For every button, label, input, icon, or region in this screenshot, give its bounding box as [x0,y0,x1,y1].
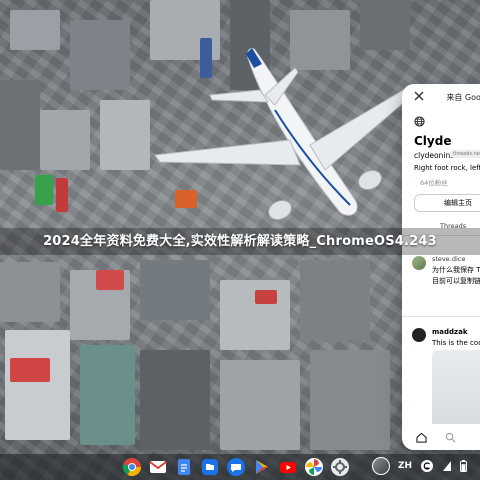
wifi-icon[interactable] [442,460,452,472]
ime-indicator[interactable]: ZH [398,461,412,471]
domain-badge[interactable]: threads.net [450,150,480,158]
docs-icon[interactable] [174,457,194,477]
avatar[interactable] [412,256,426,270]
profile-handle: clydeonins [414,151,455,160]
globe-icon[interactable] [414,116,425,127]
photos-icon[interactable] [304,457,324,477]
post-text-line: This is the coole [432,339,480,347]
post-username[interactable]: steve.dice [432,255,465,263]
close-icon[interactable] [414,91,424,101]
post-text-line: 为什么我保存 Thre [432,266,480,274]
headline-text: 2024全年资料免费大全,实效性解析解读策略_ChromeOS4.243 [43,234,437,249]
home-icon[interactable] [416,432,427,443]
status-tray[interactable]: ZH [372,457,468,475]
gmail-icon[interactable] [148,457,168,477]
post-username[interactable]: maddzak [432,328,468,336]
edit-profile-button[interactable]: 编辑主页 [414,194,480,212]
from-google-link[interactable]: 来自 Goog [446,92,480,103]
followers-count[interactable]: 64位粉丝 [420,177,448,187]
app-dock [122,457,350,477]
profile-bio: Right foot rock, left har [414,164,480,172]
youtube-icon[interactable] [278,457,298,477]
messages-icon[interactable] [226,457,246,477]
play-store-icon[interactable] [252,457,272,477]
search-icon[interactable] [445,432,456,443]
threads-icon[interactable] [420,459,434,473]
bottom-nav [402,424,480,450]
files-icon[interactable] [200,457,220,477]
post-text-line: 目前可以复制链接 [432,277,480,285]
battery-icon[interactable] [460,460,468,472]
airplane-image [154,47,417,221]
avatar[interactable] [412,328,426,342]
threads-app-window[interactable]: 来自 Goog Clyde clydeonins threads.net Rig… [402,84,480,450]
post-image[interactable] [432,350,480,428]
profile-name: Clyde [414,134,452,148]
post-divider [402,316,480,317]
avatar[interactable] [372,457,390,475]
chrome-icon[interactable] [122,457,142,477]
settings-icon[interactable] [330,457,350,477]
